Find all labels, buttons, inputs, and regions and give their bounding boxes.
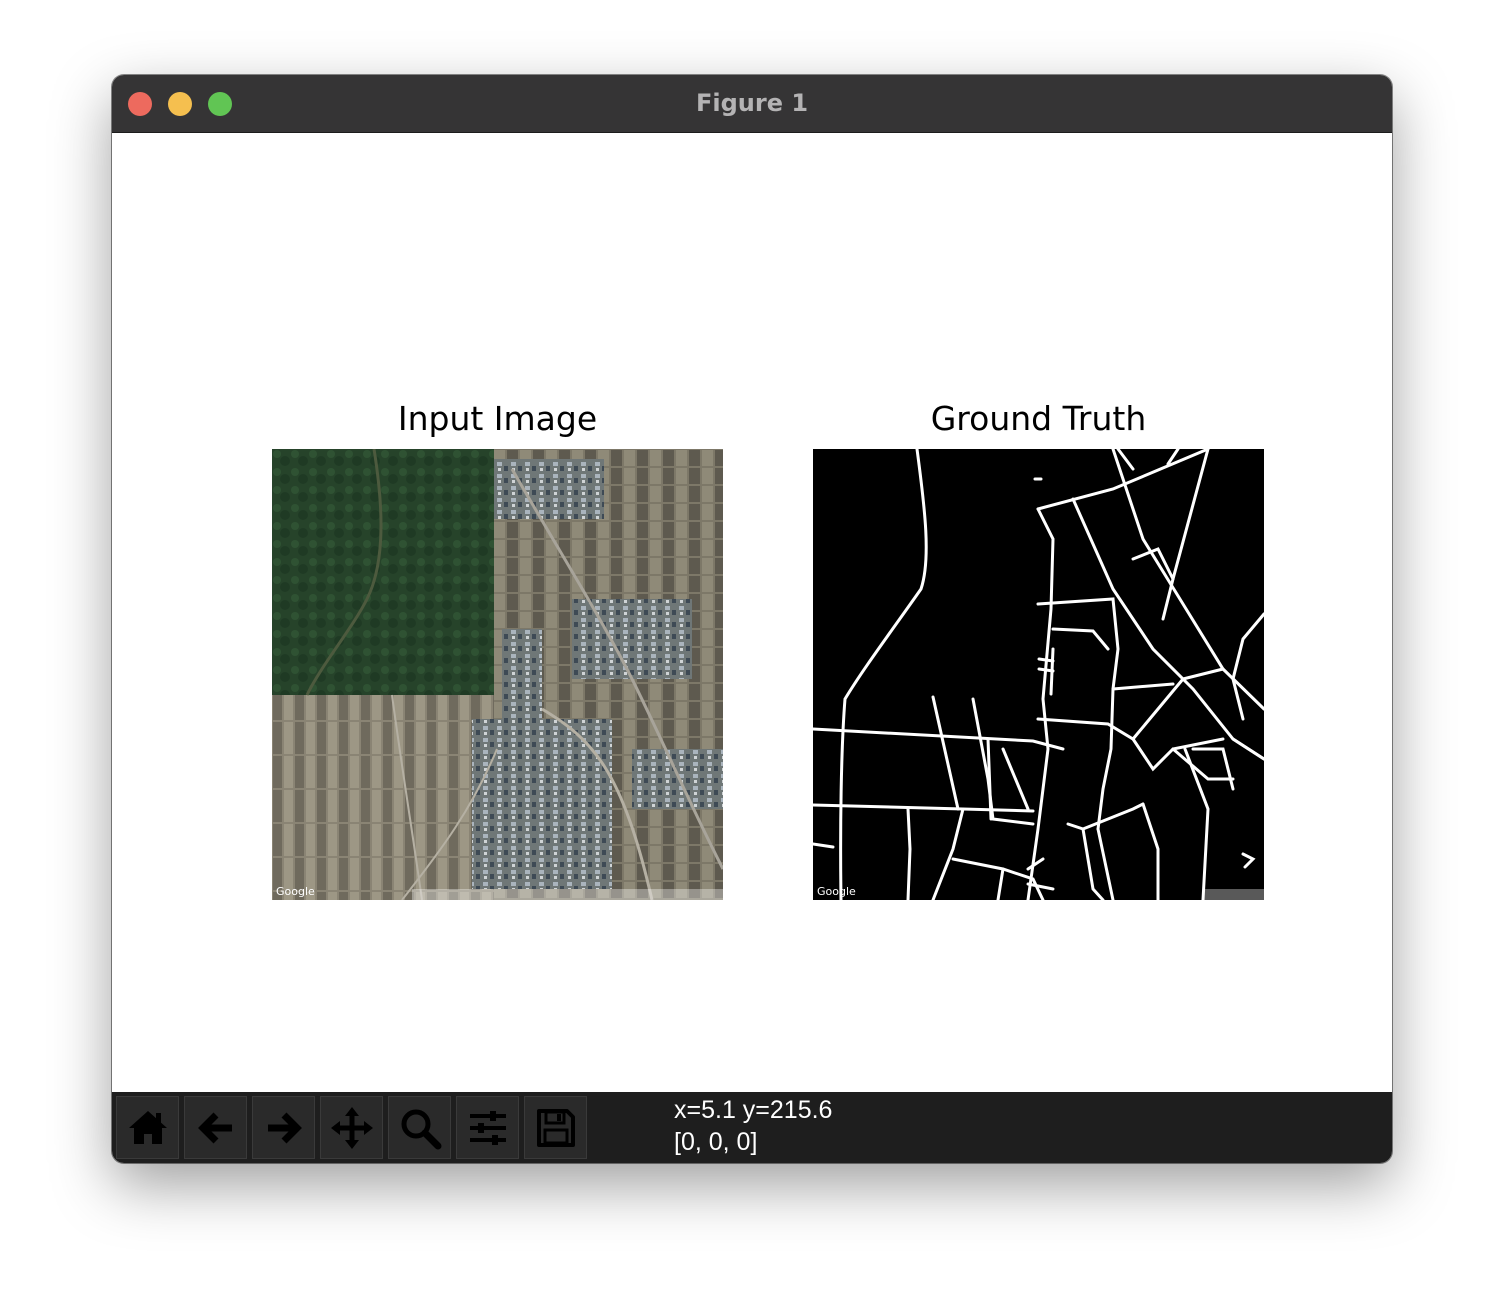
forward-button[interactable] xyxy=(252,1096,315,1159)
pan-button[interactable] xyxy=(320,1096,383,1159)
coords-xy: x=5.1 y=215.6 xyxy=(674,1096,833,1124)
save-button[interactable] xyxy=(524,1096,587,1159)
arrow-left-icon xyxy=(197,1112,232,1143)
magnifier-icon xyxy=(401,1109,441,1149)
configure-subplots-button[interactable] xyxy=(456,1096,519,1159)
input-google-watermark: Google xyxy=(276,885,315,898)
back-button[interactable] xyxy=(184,1096,247,1159)
ground-truth-title: Ground Truth xyxy=(930,399,1147,438)
figure-canvas[interactable]: Input Image Google Ground Truth Google xyxy=(112,133,1392,1092)
ground-truth-mask: Google xyxy=(811,447,1266,902)
home-icon xyxy=(128,1110,167,1144)
cursor-coordinates: x=5.1 y=215.6 [0, 0, 0] xyxy=(674,1094,832,1158)
ground-truth-panel[interactable]: Google xyxy=(811,447,1266,902)
input-image-title: Input Image xyxy=(397,399,598,438)
ground-truth-google-watermark: Google xyxy=(817,885,856,898)
home-button[interactable] xyxy=(116,1096,179,1159)
zoom-button[interactable] xyxy=(388,1096,451,1159)
sliders-icon xyxy=(469,1110,506,1145)
navigation-toolbar: x=5.1 y=215.6 [0, 0, 0] xyxy=(112,1092,1392,1163)
figure-window: Figure 1 Input Image Google Ground Truth… xyxy=(112,75,1392,1163)
pixel-value: [0, 0, 0] xyxy=(674,1128,758,1156)
arrow-right-icon xyxy=(267,1112,302,1143)
input-satellite-image: Google xyxy=(272,448,725,901)
window-title: Figure 1 xyxy=(695,89,809,117)
move-icon xyxy=(330,1106,373,1149)
title-bar[interactable]: Figure 1 xyxy=(112,75,1392,133)
floppy-disk-icon xyxy=(536,1108,575,1147)
input-image-panel[interactable]: Google xyxy=(272,448,725,901)
